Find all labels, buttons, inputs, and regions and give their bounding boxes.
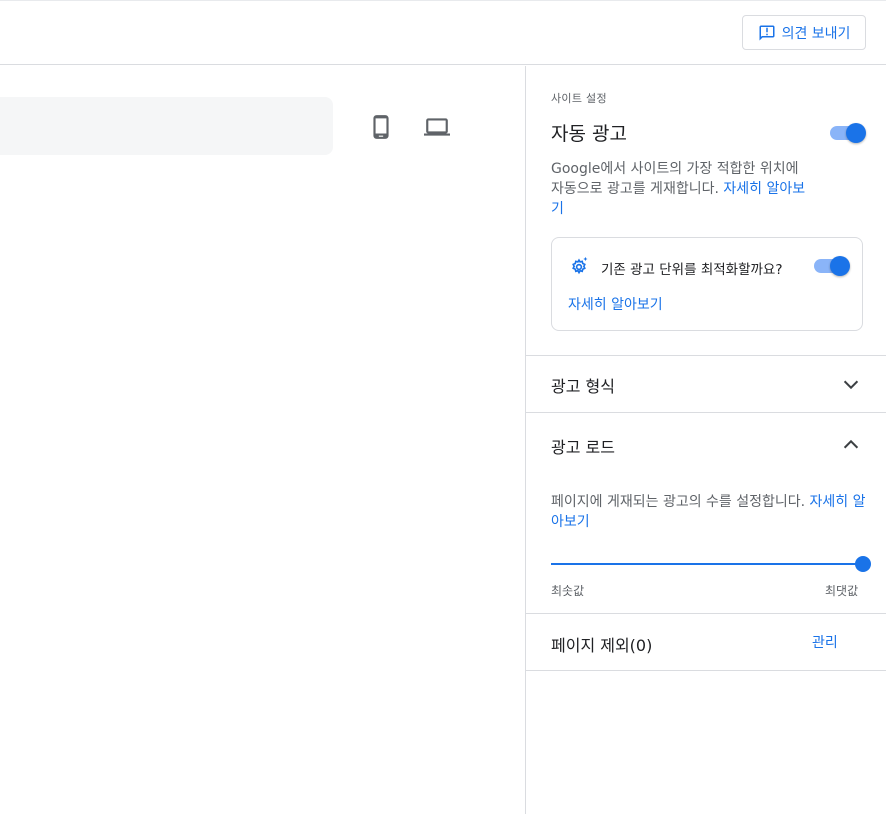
ad-load-title: 광고 로드 (551, 438, 615, 457)
ad-formats-title: 광고 형식 (551, 377, 615, 396)
auto-ads-toggle[interactable] (830, 123, 866, 143)
send-feedback-label: 의견 보내기 (781, 25, 851, 42)
slider-min-label: 최솟값 (551, 584, 585, 598)
optimize-ad-units-card: 기존 광고 단위를 최적화할까요? 자세히 알아보기 (551, 237, 863, 331)
ad-formats-section[interactable]: 광고 형식 (526, 355, 886, 412)
feedback-icon (759, 25, 775, 40)
page-exclusions-title: 페이지 제외(0) (551, 636, 653, 655)
auto-ads-description: Google에서 사이트의 가장 적합한 위치에 자동으로 광고를 게재합니다.… (551, 159, 806, 219)
laptop-icon[interactable] (424, 114, 450, 140)
top-bar: 의견 보내기 (0, 0, 886, 65)
chevron-down-icon[interactable] (840, 373, 862, 395)
ad-load-description-text: 페이지에 게재되는 광고의 수를 설정합니다. (551, 494, 806, 510)
optimize-learn-more-link[interactable]: 자세히 알아보기 (568, 294, 663, 314)
toggle-thumb (830, 256, 850, 276)
toggle-thumb (846, 123, 866, 143)
panel-overline: 사이트 설정 (551, 92, 607, 105)
send-feedback-button[interactable]: 의견 보내기 (742, 15, 866, 50)
slider-rail (551, 563, 863, 565)
ad-load-slider[interactable] (551, 556, 871, 572)
slider-knob[interactable] (855, 556, 871, 572)
optimize-title: 기존 광고 단위를 최적화할까요? (601, 262, 783, 278)
manage-exclusions-link[interactable]: 관리 (812, 632, 838, 652)
sparkle-gear-icon (572, 256, 588, 275)
preview-area (0, 66, 525, 814)
slider-max-label: 최댓값 (825, 584, 859, 598)
chevron-up-icon[interactable] (840, 434, 862, 456)
ad-load-description: 페이지에 게재되는 광고의 수를 설정합니다. 자세히 알아보기 (551, 492, 866, 532)
auto-ads-title: 자동 광고 (551, 123, 627, 145)
site-settings-panel: 사이트 설정 자동 광고 Google에서 사이트의 가장 적합한 위치에 자동… (525, 66, 886, 814)
preview-url-bar[interactable] (0, 97, 333, 155)
optimize-toggle[interactable] (814, 256, 850, 276)
mobile-icon[interactable] (368, 114, 394, 140)
